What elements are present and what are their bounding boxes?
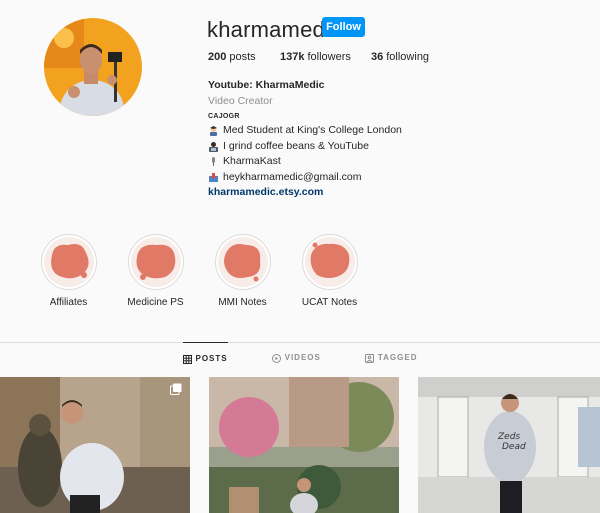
bio-line-text[interactable]: heykharmamedic@gmail.com xyxy=(223,170,361,186)
highlight-blob-icon xyxy=(50,244,89,279)
tab-videos[interactable]: VIDEOS xyxy=(271,342,321,376)
profile-bio: Youtube: KharmaMedic Video Creator CAJOG… xyxy=(208,78,402,201)
post-tile[interactable] xyxy=(209,377,399,513)
multiple-photos-icon xyxy=(170,383,182,395)
bio-line-email: heykharmamedic@gmail.com xyxy=(208,170,402,186)
highlight-cover xyxy=(40,234,97,290)
profile-stats: 200 posts 137k followers 36 following xyxy=(208,51,429,63)
highlight-blob-icon xyxy=(310,242,349,278)
posts-label: posts xyxy=(229,51,256,63)
followers-stat[interactable]: 137k followers xyxy=(280,51,371,63)
bio-line-text: KharmaKast xyxy=(223,155,281,167)
svg-text:Zeds: Zeds xyxy=(497,432,520,442)
highlight-blob-icon xyxy=(223,244,260,282)
followers-count: 137k xyxy=(280,51,305,63)
highlight-ucat-notes[interactable]: UCAT Notes xyxy=(286,234,373,308)
post-image xyxy=(209,377,399,513)
tab-label: POSTS xyxy=(195,354,228,363)
highlight-cover xyxy=(127,234,184,290)
highlight-cover xyxy=(214,234,271,290)
post-image xyxy=(0,377,190,513)
posts-count: 200 xyxy=(208,51,227,63)
bio-line-technologist: I grind coffee beans & YouTube xyxy=(208,139,402,155)
following-stat[interactable]: 36 following xyxy=(371,51,429,63)
bio-website-link[interactable]: kharmamedic.etsy.com xyxy=(208,185,402,201)
bio-line-student: Med Student at King's College London xyxy=(208,123,402,139)
bio-name: Youtube: KharmaMedic xyxy=(208,79,325,91)
inbox-emoji-icon xyxy=(209,172,218,182)
following-label: following xyxy=(386,51,430,63)
profile-avatar[interactable] xyxy=(44,18,142,116)
highlight-label: MMI Notes xyxy=(218,297,267,308)
bio-category: Video Creator xyxy=(208,94,273,107)
avatar-image xyxy=(44,18,142,116)
post-tile[interactable]: Zeds Dead xyxy=(418,377,600,513)
profile-tabs: POSTS VIDEOS TAGGED xyxy=(0,342,600,376)
bio-line-text: Med Student at King's College London xyxy=(223,124,402,136)
tab-posts[interactable]: POSTS xyxy=(182,342,228,376)
follow-button[interactable]: Follow xyxy=(322,17,365,37)
highlight-mmi-notes[interactable]: MMI Notes xyxy=(199,234,286,308)
posts-grid: Zeds Dead xyxy=(0,377,600,513)
play-circle-icon xyxy=(271,354,281,363)
followers-label: followers xyxy=(307,51,351,63)
posts-stat: 200 posts xyxy=(208,51,280,63)
highlight-medicine-ps[interactable]: Medicine PS xyxy=(112,234,199,308)
student-emoji-icon xyxy=(210,126,217,137)
technologist-emoji-icon xyxy=(209,141,218,152)
svg-text:Dead: Dead xyxy=(502,442,526,452)
post-tile[interactable] xyxy=(0,377,190,513)
highlight-blob-icon xyxy=(136,244,175,280)
highlight-label: UCAT Notes xyxy=(301,297,358,308)
tab-label: TAGGED xyxy=(377,353,418,362)
tab-label: VIDEOS xyxy=(284,353,321,362)
highlight-label: Affiliates xyxy=(49,297,88,308)
highlight-affiliates[interactable]: Affiliates xyxy=(25,234,112,308)
bio-line-microphone: KharmaKast xyxy=(208,154,402,170)
tag-icon xyxy=(364,354,374,363)
following-count: 36 xyxy=(371,51,384,63)
microphone-emoji-icon xyxy=(212,157,215,167)
story-highlights: Affiliates Medicine PS MMI Notes UCAT No… xyxy=(25,234,373,308)
highlight-label: Medicine PS xyxy=(127,297,184,308)
highlight-cover xyxy=(301,234,358,290)
grid-icon xyxy=(182,355,192,364)
bio-tag: CAJOGR xyxy=(208,113,240,120)
tab-tagged[interactable]: TAGGED xyxy=(364,342,418,376)
post-image: Zeds Dead xyxy=(418,377,600,513)
bio-line-text: I grind coffee beans & YouTube xyxy=(223,139,369,152)
